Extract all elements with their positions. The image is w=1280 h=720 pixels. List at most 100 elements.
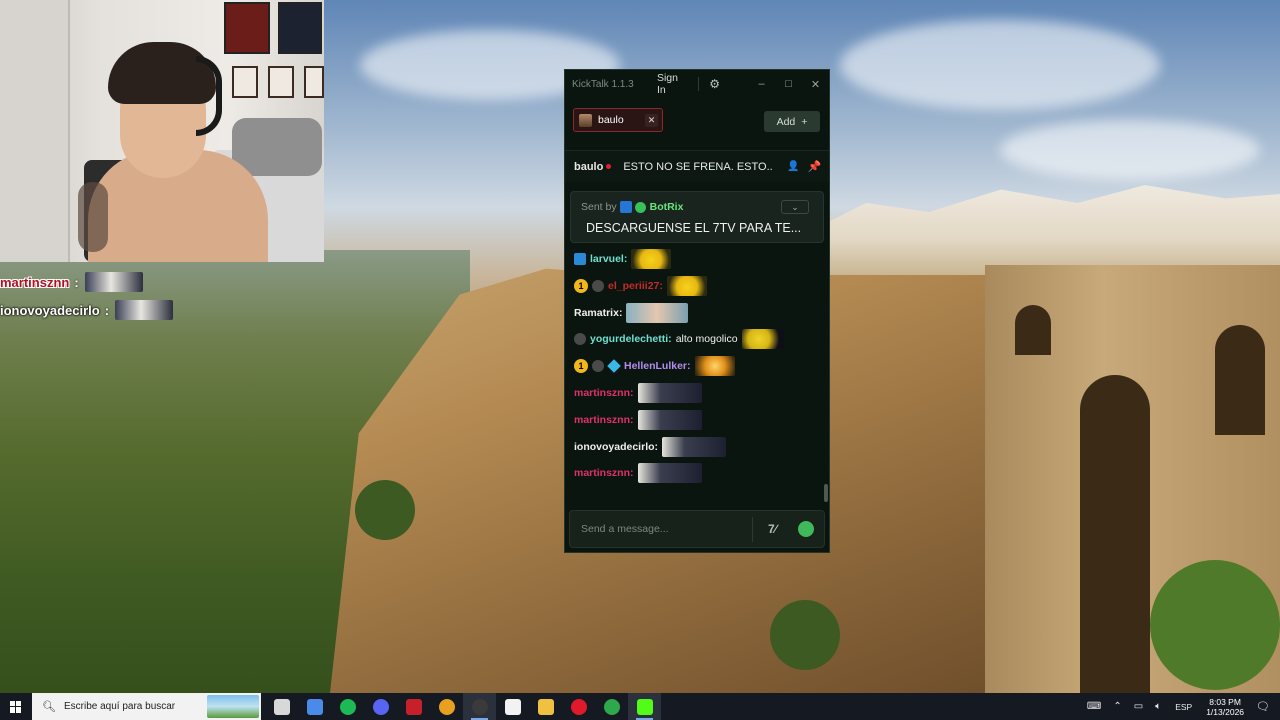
chat-username[interactable]: martinsznn: (574, 467, 634, 479)
chat-input-box: 7∕ (569, 510, 825, 548)
plus-icon: + (801, 115, 808, 128)
tab-label: baulo (598, 114, 624, 126)
emote-dark-face (637, 383, 702, 403)
chevron-up-icon[interactable]: ⌃ (1113, 701, 1121, 712)
copilot-taskbar-button[interactable] (298, 693, 331, 720)
bush (770, 600, 840, 670)
overlay-username: martinsznn (0, 274, 70, 290)
overlay-chat-line: martinsznn : (0, 270, 173, 294)
notification-icon[interactable]: 🗨︎ (1256, 700, 1270, 713)
chat-scrollbar[interactable] (824, 484, 828, 502)
task-view-taskbar-button[interactable] (265, 693, 298, 720)
windows-logo-icon (10, 700, 22, 713)
stream-title: ESTO NO SE FRENA. ESTO... (623, 160, 774, 173)
add-label: Add (776, 115, 796, 128)
chrome-taskbar-button[interactable] (430, 693, 463, 720)
chat-username[interactable]: martinsznn: (574, 414, 634, 426)
avatar (579, 113, 592, 127)
emote-face (626, 303, 689, 323)
chat-username[interactable]: HellenLulker: (624, 360, 691, 372)
webcam-frame (232, 66, 258, 98)
sign-in-button[interactable]: Sign In (657, 72, 686, 96)
pinned-author[interactable]: BotRix (650, 201, 684, 213)
chat-username[interactable]: yogurdelechetti: (590, 333, 672, 345)
network-icon[interactable]: ▭ (1134, 701, 1143, 712)
chevron-down-icon[interactable]: ⌄ (781, 200, 809, 214)
start-button[interactable] (0, 693, 32, 720)
chat-message-input[interactable] (570, 511, 750, 547)
title-bar[interactable]: KickTalk 1.1.3 Sign In ⚙ – □ ✕ (565, 70, 829, 98)
chat-message: martinsznn: (574, 409, 702, 431)
user-icon[interactable]: 👤 (787, 161, 799, 172)
green-app-taskbar-button[interactable] (595, 693, 628, 720)
webcam-pillow (232, 118, 322, 176)
opera-icon (570, 698, 587, 715)
volume-icon[interactable]: 🔈︎ (1155, 701, 1161, 712)
bridge-arch (1080, 375, 1150, 693)
add-channel-button[interactable]: Add + (764, 111, 820, 132)
pinned-text: DESCARGUENSE EL 7TV PARA TE... (586, 221, 802, 235)
bush (355, 480, 415, 540)
kicktalk-window: KickTalk 1.1.3 Sign In ⚙ – □ ✕ baulo ✕ A… (564, 69, 830, 553)
tiktok-live-icon (504, 698, 521, 715)
gear-icon[interactable]: ⚙ (709, 77, 720, 91)
search-placeholder: Escribe aquí para buscar (63, 701, 176, 712)
close-button[interactable]: ✕ (802, 78, 829, 91)
kick-emote-icon[interactable] (798, 521, 814, 537)
webcam-tattoo (78, 182, 108, 252)
file-explorer-taskbar-button[interactable] (529, 693, 562, 720)
obs-taskbar-button[interactable] (463, 693, 496, 720)
keyboard-icon[interactable]: ⌨ (1087, 701, 1101, 712)
emote-minion (741, 329, 784, 349)
webcam-door (0, 0, 70, 262)
kick-taskbar-button[interactable] (628, 693, 661, 720)
badge-7tv (574, 253, 586, 265)
emote-dark-face (637, 410, 702, 430)
search-icon: 🔍︎ (42, 701, 56, 713)
divider (752, 517, 753, 542)
chat-username[interactable]: Ramatrix: (574, 307, 622, 319)
badge-cube (607, 359, 621, 373)
tab-baulo[interactable]: baulo ✕ (573, 108, 663, 132)
tiktok-live-taskbar-button[interactable] (496, 693, 529, 720)
chat-message: 1 el_periii27: (574, 275, 707, 297)
stream-info-bar: baulo ESTO NO SE FRENA. ESTO... 👤 📌 (565, 150, 829, 182)
emote-yellow (666, 276, 707, 296)
close-icon[interactable]: ✕ (645, 113, 658, 127)
cloud (1000, 120, 1260, 180)
verified-badge-icon (634, 201, 646, 213)
kick-icon (636, 698, 653, 715)
chat-username[interactable]: larvuel: (590, 253, 627, 265)
taskbar-search[interactable]: 🔍︎ Escribe aquí para buscar (32, 693, 261, 720)
webcam-frame (268, 66, 294, 98)
chat-message: 1 HellenLulker: (574, 355, 735, 377)
game-app-taskbar-button[interactable] (397, 693, 430, 720)
maximize-button[interactable]: □ (775, 78, 802, 91)
overlay-colon: : (104, 302, 110, 318)
7tv-emote-button[interactable]: 7∕ (768, 522, 777, 536)
opera-taskbar-button[interactable] (562, 693, 595, 720)
discord-taskbar-button[interactable] (364, 693, 397, 720)
chat-username[interactable]: martinsznn: (574, 387, 634, 399)
language-indicator[interactable]: ESP (1175, 702, 1192, 712)
chat-message: yogurdelechetti: alto mogolico (574, 328, 784, 350)
minimize-button[interactable]: – (748, 78, 775, 91)
pin-icon[interactable]: 📌 (808, 160, 822, 173)
chrome-icon (438, 698, 455, 715)
spotify-taskbar-button[interactable] (331, 693, 364, 720)
taskbar: 🔍︎ Escribe aquí para buscar ⌨ ⌃ ▭ 🔈︎ ESP… (0, 693, 1280, 720)
stream-overlay-chat: martinsznn : ionovoyadecirlo : (0, 270, 174, 326)
window-controls: – □ ✕ (748, 78, 829, 91)
emote-dark-face (84, 272, 143, 292)
bush (1150, 560, 1280, 690)
chat-messages[interactable]: larvuel: 1 el_periii27: Ramatrix: yogurd… (565, 248, 823, 504)
chat-username[interactable]: el_periii27: (608, 280, 663, 292)
system-tray: ⌨ ⌃ ▭ 🔈︎ ESP 8:03 PM 1/13/2026 🗨︎ (1081, 693, 1280, 720)
badge-gold: 1 (574, 279, 588, 293)
green-app-icon (603, 698, 620, 715)
streamer-name[interactable]: baulo (574, 161, 603, 173)
emote-dark-face (115, 300, 174, 320)
clock[interactable]: 8:03 PM 1/13/2026 (1206, 697, 1244, 717)
overlay-chat-line: ionovoyadecirlo : (0, 298, 174, 322)
chat-username[interactable]: ionovoyadecirlo: (574, 441, 658, 453)
